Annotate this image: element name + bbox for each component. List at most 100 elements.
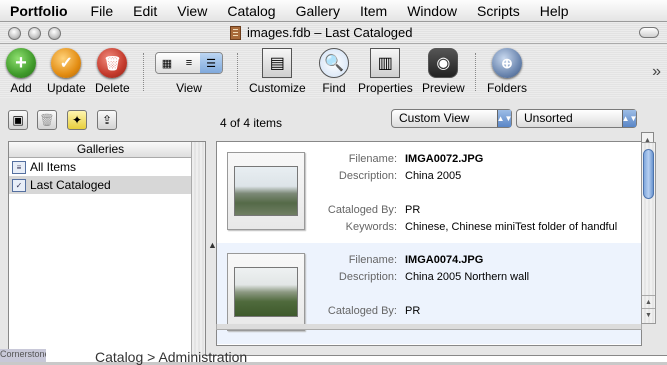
update-button[interactable]: ✓ Update xyxy=(47,48,86,95)
menu-view[interactable]: View xyxy=(177,0,207,22)
galleries-scrollbar[interactable] xyxy=(191,142,205,357)
find-label: Find xyxy=(322,81,346,95)
new-gallery-button[interactable]: ▣ xyxy=(8,110,28,130)
menu-app-portfolio[interactable]: Portfolio xyxy=(10,0,68,22)
gallery-item-last-cataloged[interactable]: ✓ Last Cataloged xyxy=(9,176,192,194)
menu-gallery[interactable]: Gallery xyxy=(296,0,340,22)
scrollbar-thumb[interactable] xyxy=(643,149,654,199)
toolbar-overflow-icon[interactable]: » xyxy=(652,63,661,81)
galleries-panel: Galleries ≡ All Items ✓ Last Cataloged xyxy=(8,141,206,358)
close-window-button[interactable] xyxy=(8,27,21,40)
filename-row: Filename: IMGA0074.JPG xyxy=(348,254,484,266)
delete-button[interactable]: 🗑 Delete xyxy=(95,48,130,95)
list-item[interactable]: Filename: IMGA0072.JPG Description: China … xyxy=(217,142,641,243)
galleries-header[interactable]: Galleries xyxy=(9,142,192,158)
view-select[interactable]: Custom View ▲▼ xyxy=(391,109,512,128)
gallery-checklist-icon: ✓ xyxy=(12,178,26,192)
gallery-view-icon[interactable]: ▦ xyxy=(156,53,178,73)
customize-button[interactable]: ▤ Customize xyxy=(249,48,306,95)
properties-button[interactable]: ▥ Properties xyxy=(358,48,413,95)
find-button[interactable]: 🔍 Find xyxy=(319,48,349,95)
menu-catalog[interactable]: Catalog xyxy=(227,0,275,22)
add-button[interactable]: + Add xyxy=(6,48,36,95)
folders-button[interactable]: ⊕ Folders xyxy=(487,48,527,95)
update-label: Update xyxy=(47,81,86,95)
smart-gallery-button[interactable]: ✦ xyxy=(67,110,87,130)
view-segmented-control: ▦ ≡ ☰ xyxy=(155,52,223,74)
photo-thumbnail xyxy=(234,166,298,216)
records-list: Filename: IMGA0072.JPG Description: China … xyxy=(216,141,642,346)
toolbar-separator xyxy=(237,53,238,91)
cataloged-by-value: PR xyxy=(405,204,421,216)
cataloged-by-row: Cataloged By: PR xyxy=(327,305,421,317)
view-select-value: Custom View xyxy=(399,111,470,125)
gallery-action-button[interactable]: ⇪ xyxy=(97,110,117,130)
filename-value: IMGA0072.JPG xyxy=(405,153,484,165)
description-value: China 2005 Northern wall xyxy=(405,271,530,283)
menu-window[interactable]: Window xyxy=(407,0,457,22)
filename-row: Filename: IMGA0072.JPG xyxy=(348,153,484,165)
thumbnail[interactable] xyxy=(227,152,305,230)
minimize-window-button[interactable] xyxy=(28,27,41,40)
keywords-row: Keywords: Chinese, Chinese miniTest folde… xyxy=(345,221,618,233)
description-row: Description: China 2005 xyxy=(338,170,462,182)
toolbar-separator xyxy=(143,53,144,91)
scroll-up-arrow-icon[interactable]: ▲ xyxy=(642,295,655,308)
trash-icon: 🗑 xyxy=(97,48,128,78)
new-gallery-icon: ▣ xyxy=(12,113,24,127)
gallery-item-label: All Items xyxy=(30,160,77,174)
loupe-icon: ◉ xyxy=(428,48,459,78)
customize-label: Customize xyxy=(249,81,306,95)
record-view-icon[interactable]: ☰ xyxy=(200,53,222,73)
sort-select-value: Unsorted xyxy=(524,111,573,125)
trash-icon: 🗑 xyxy=(39,113,55,127)
toolbar-separator xyxy=(475,53,476,91)
sort-select[interactable]: Unsorted ▲▼ xyxy=(516,109,637,128)
item-count: 4 of 4 items xyxy=(220,116,283,130)
preview-label: Preview xyxy=(422,81,465,95)
properties-icon: ▥ xyxy=(370,48,401,78)
list-view-icon[interactable]: ≡ xyxy=(178,53,200,73)
view-label: View xyxy=(176,81,202,95)
background-window-text: Catalog > Administration xyxy=(95,349,248,365)
filename-value: IMGA0074.JPG xyxy=(405,254,484,266)
menu-item[interactable]: Item xyxy=(360,0,387,22)
description-value: China 2005 xyxy=(405,170,462,182)
menu-scripts[interactable]: Scripts xyxy=(477,0,520,22)
folders-globe-icon: ⊕ xyxy=(492,48,522,78)
gallery-item-all-items[interactable]: ≡ All Items xyxy=(9,158,192,176)
menu-file[interactable]: File xyxy=(91,0,114,22)
cataloged-by-value: PR xyxy=(405,305,421,317)
menu-bar: Portfolio File Edit View Catalog Gallery… xyxy=(0,0,667,22)
folders-label: Folders xyxy=(487,81,528,95)
background-left-window: Cornerstone xyxy=(0,349,46,362)
keywords-value: Chinese, Chinese miniTest folder of hand… xyxy=(405,221,618,233)
properties-label: Properties xyxy=(358,81,413,95)
menu-edit[interactable]: Edit xyxy=(133,0,157,22)
menu-help[interactable]: Help xyxy=(540,0,569,22)
gallery-item-label: Last Cataloged xyxy=(30,178,111,192)
view-mode-control: ▦ ≡ ☰ View xyxy=(155,48,223,95)
records-bottom-edge xyxy=(216,324,642,330)
delete-gallery-button[interactable]: 🗑 xyxy=(37,110,57,130)
customize-layout-icon: ▤ xyxy=(262,48,293,78)
popup-arrows-icon: ▲▼ xyxy=(622,110,637,127)
window-title: images.fdb – Last Cataloged xyxy=(230,25,413,40)
secondary-toolbar: ▣ 🗑 ✦ ⇪ 4 of 4 items Custom View ▲▼ Unso… xyxy=(0,99,667,139)
delete-label: Delete xyxy=(95,81,130,95)
toolbar: + Add ✓ Update 🗑 Delete ▦ ≡ ☰ View ▤ Cus… xyxy=(0,45,667,98)
toolbar-toggle-button[interactable] xyxy=(639,27,659,38)
thumbnail[interactable] xyxy=(227,253,305,331)
zoom-window-button[interactable] xyxy=(48,27,61,40)
photo-thumbnail xyxy=(234,267,298,317)
magnifier-icon: 🔍 xyxy=(319,48,349,78)
scroll-down-arrow-icon[interactable]: ▼ xyxy=(642,308,655,321)
gallery-list-icon: ≡ xyxy=(12,160,26,174)
catalog-window: images.fdb – Last Cataloged + Add ✓ Upda… xyxy=(0,22,667,358)
popup-arrows-icon: ▲▼ xyxy=(497,110,512,127)
preview-button[interactable]: ◉ Preview xyxy=(422,48,465,95)
records-scrollbar[interactable]: ▲ ▼ xyxy=(641,142,656,324)
title-bar[interactable]: images.fdb – Last Cataloged xyxy=(0,22,667,44)
add-label: Add xyxy=(10,81,32,95)
database-file-icon xyxy=(230,25,241,40)
